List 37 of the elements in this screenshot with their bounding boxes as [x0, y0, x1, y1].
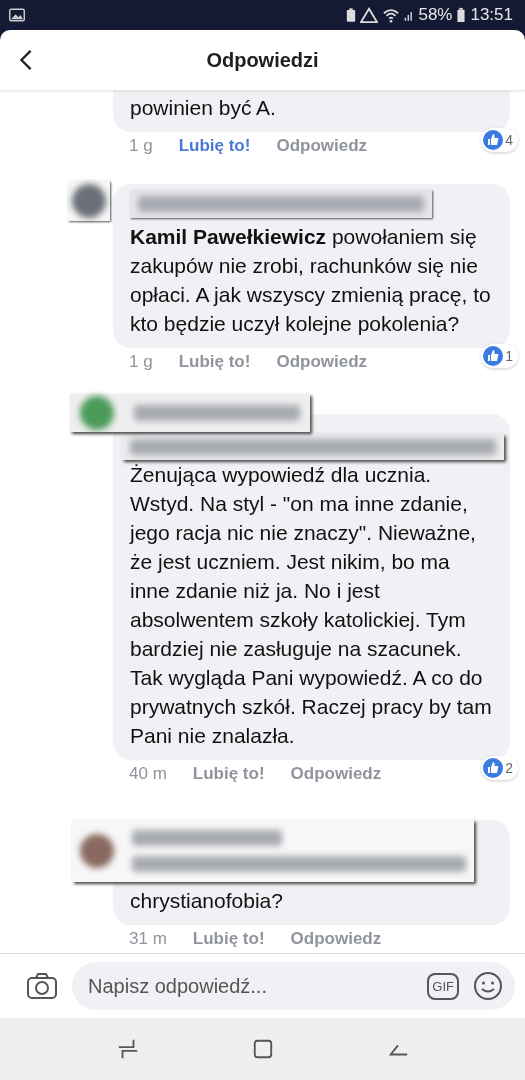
recent-apps-icon[interactable]	[116, 1038, 139, 1060]
comment-text: Żenująca wypowiedź dla ucznia. Wstyd. Na styl - "on ma inne zdanie, jego racja nic nie znaczy". Nieważne, że jest uczniem. Jest nikim, bo ma inne zdanie niż ja. No i jest absolwentem szkoły katolickiej. Tym bardziej nie zasługuje na szacunek. Tak wygląda Pani wypowiedź. A co do prywatnych szkół. Raczej pracy by tam Pani nie znalazła.	[130, 462, 492, 749]
thumbs-up-icon	[483, 346, 504, 366]
reply-link[interactable]: Odpowiedz	[290, 929, 382, 949]
like-link[interactable]: Lubię to!	[192, 929, 265, 949]
reply-link[interactable]: Odpowiedz	[276, 136, 368, 156]
battery-percent: 58%	[418, 5, 453, 25]
reply-link[interactable]: Odpowiedz	[276, 352, 368, 372]
redacted-avatar	[68, 181, 110, 221]
camera-icon[interactable]	[26, 972, 58, 1000]
comment-text: Kamil Pawełkiewicz powołaniem się zakupów nie zrobi, rachunków się nie opłaci. A jak wszyscy zmienią pracę, to kto będzie uczył kolejne pokolenia?	[130, 224, 492, 337]
comment-time: 40 m	[129, 764, 167, 784]
like-link[interactable]: Lubię to!	[178, 136, 251, 156]
comment-time: 1 g	[129, 136, 153, 156]
reaction-count: 2	[481, 756, 518, 780]
gif-button[interactable]: GIF	[427, 972, 459, 1000]
home-icon[interactable]	[251, 1038, 274, 1060]
smiley-icon[interactable]	[473, 971, 503, 1001]
wifi-icon	[382, 7, 401, 23]
back-icon[interactable]	[19, 49, 33, 71]
comment-time: 1 g	[129, 352, 153, 372]
comment-text: chrystianofobia?	[130, 888, 284, 914]
battery-icon	[456, 7, 467, 23]
reply-link[interactable]: Odpowiedz	[290, 764, 382, 784]
like-link[interactable]: Lubię to!	[178, 352, 251, 372]
gallery-icon	[9, 8, 25, 22]
reaction-count: 4	[481, 128, 518, 152]
like-link[interactable]: Lubię to!	[192, 764, 265, 784]
header-title: Odpowiedzi	[206, 48, 319, 72]
thumbs-up-icon	[483, 758, 504, 778]
reply-input[interactable]: Napisz odpowiedź... GIF	[72, 962, 515, 1010]
clock: 13:51	[470, 5, 513, 25]
reaction-count: 1	[481, 344, 518, 368]
comment-text: powinien być A.	[130, 95, 277, 121]
warning-icon	[360, 7, 379, 23]
comment-time: 31 m	[129, 929, 167, 949]
thumbs-up-icon	[483, 130, 504, 150]
